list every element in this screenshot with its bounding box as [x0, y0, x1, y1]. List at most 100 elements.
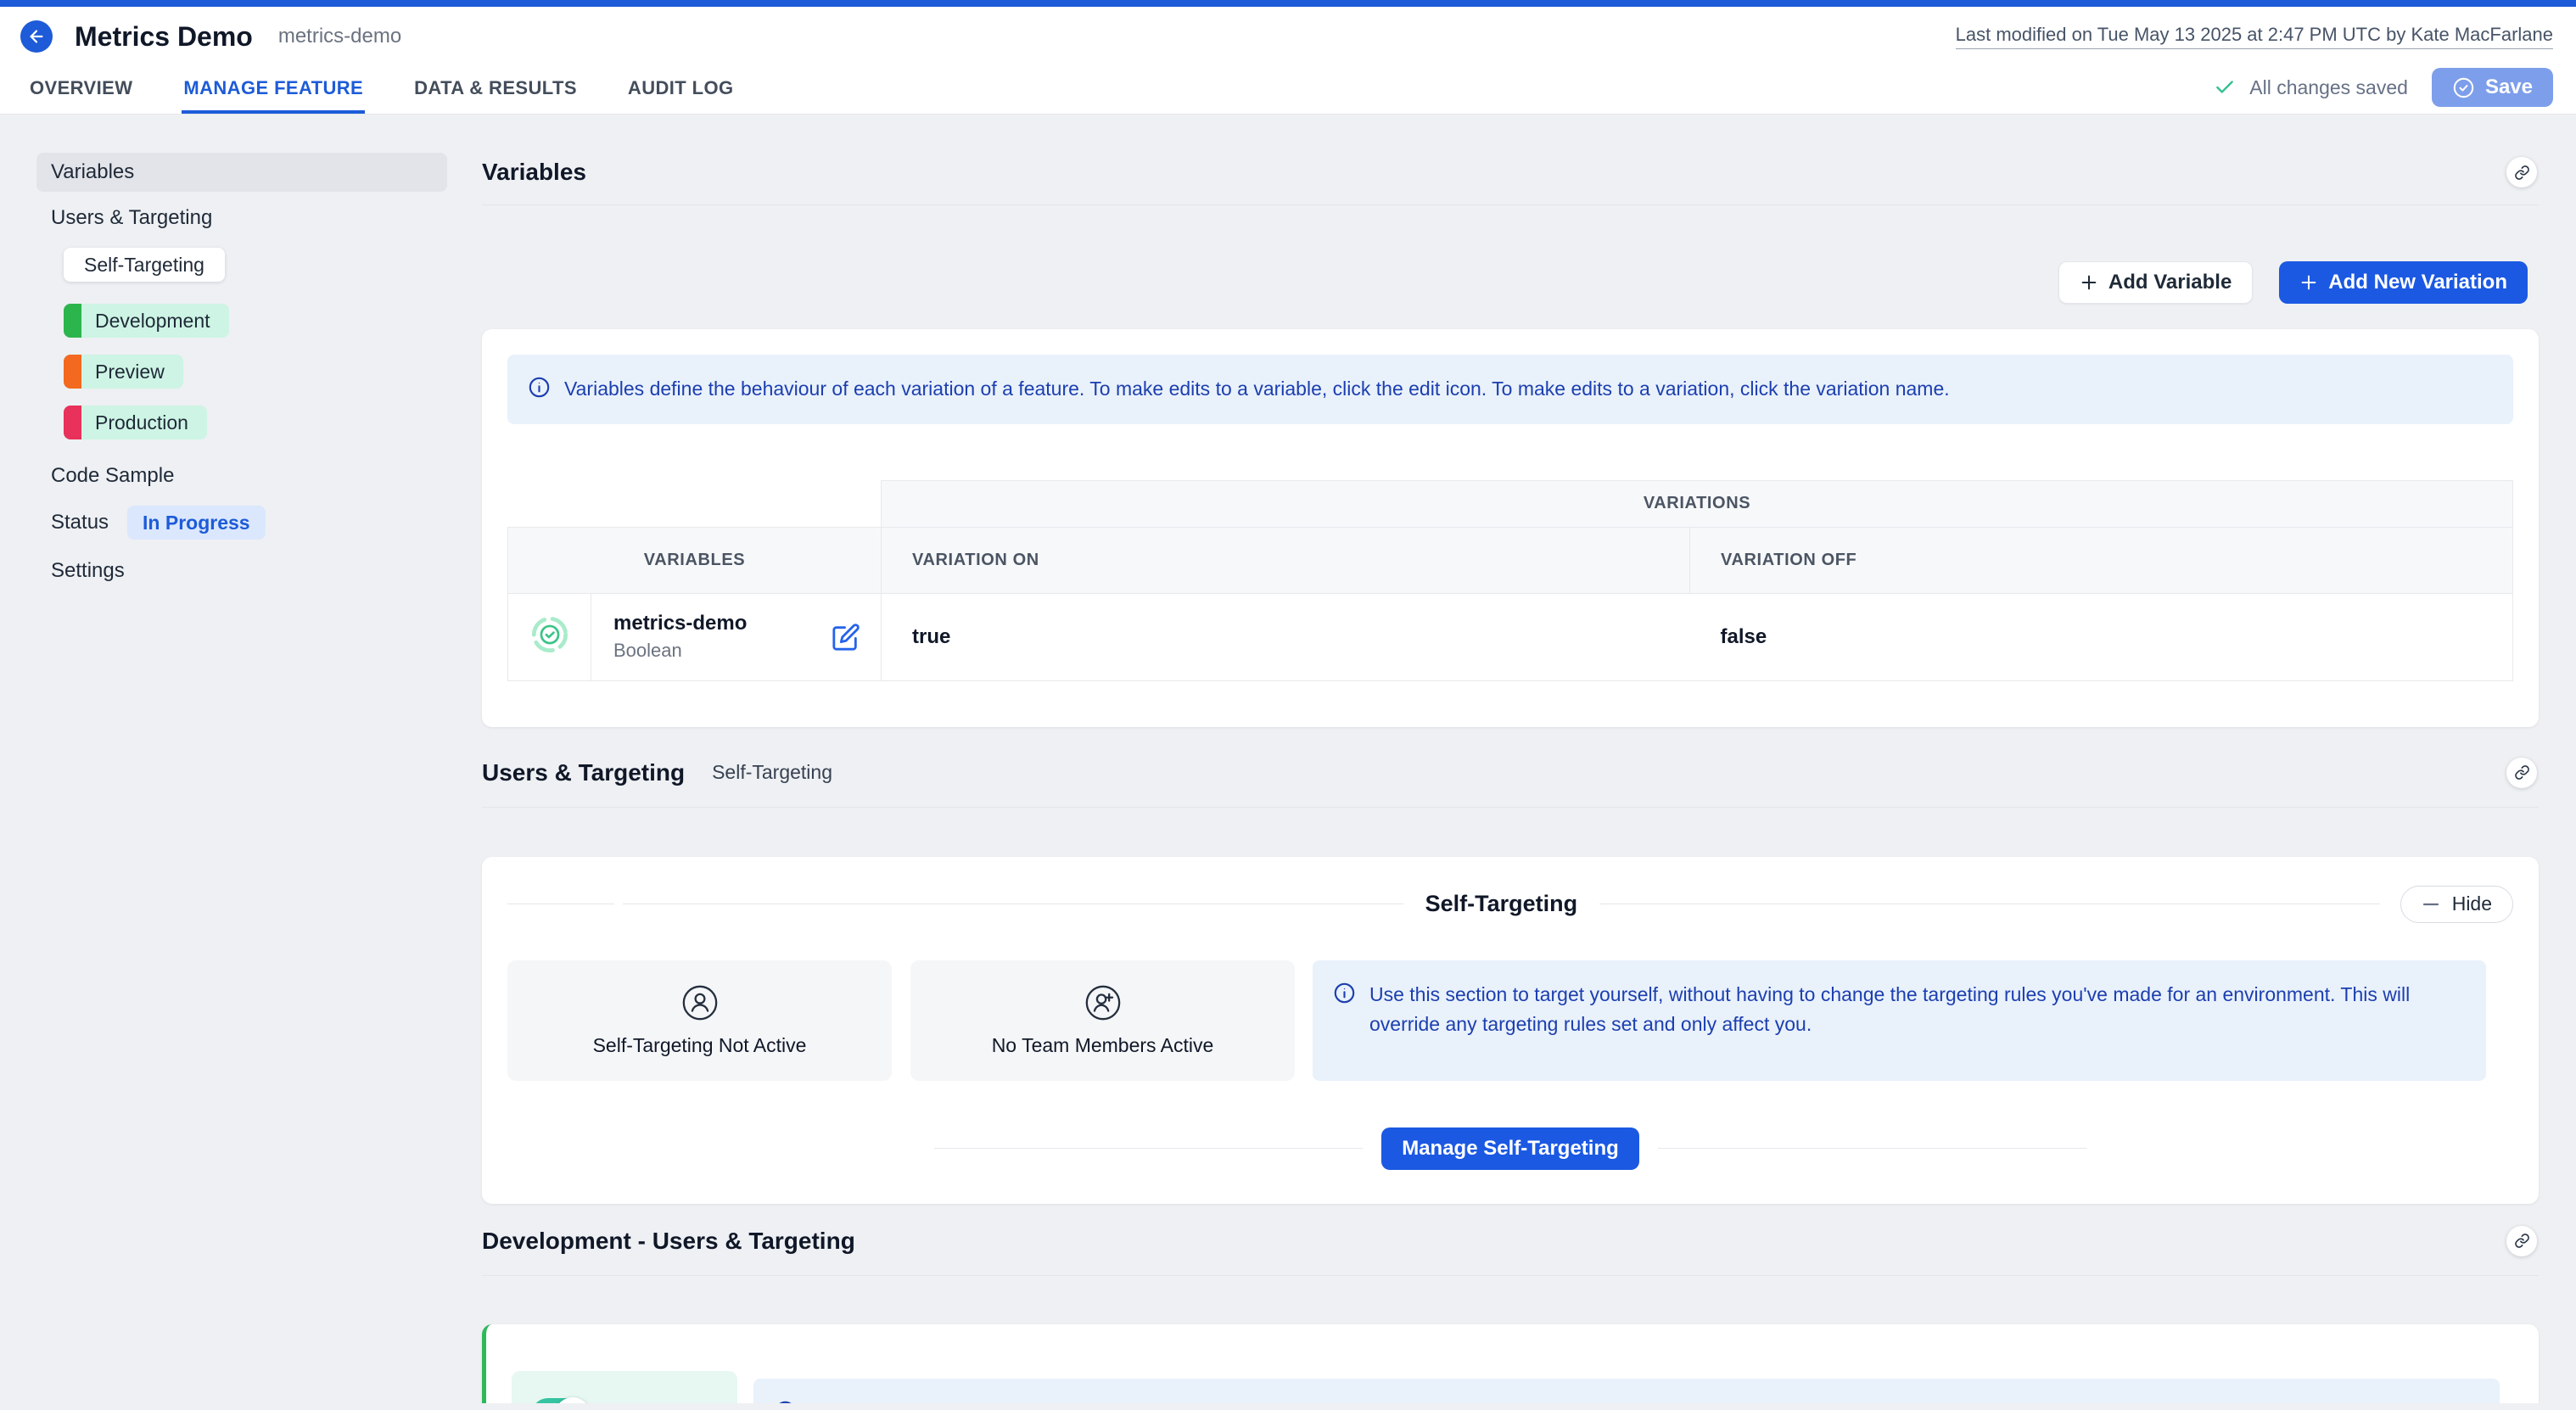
environment-label: Development — [81, 310, 229, 333]
variables-actions: Add Variable Add New Variation — [482, 261, 2539, 304]
variables-card: Variables define the behaviour of each v… — [482, 329, 2539, 727]
link-icon — [2514, 764, 2530, 781]
environment-color-swatch — [64, 304, 81, 338]
targeting-toggle[interactable] — [531, 1398, 587, 1403]
table-spacer-cell — [508, 480, 882, 527]
saved-status-text: All changes saved — [2249, 76, 2408, 99]
column-header-variation-off: VARIATION OFF — [1690, 527, 2513, 593]
link-icon — [2514, 1233, 2530, 1249]
variables-info-text: Variables define the behaviour of each v… — [564, 374, 1950, 405]
tab-bar: OVERVIEW MANAGE FEATURE DATA & RESULTS A… — [28, 61, 783, 114]
hide-button-label: Hide — [2452, 892, 2492, 915]
last-modified-text[interactable]: Last modified on Tue May 13 2025 at 2:47… — [1956, 24, 2553, 49]
add-new-variation-button[interactable]: Add New Variation — [2279, 261, 2528, 304]
users-targeting-title: Users & Targeting — [482, 758, 685, 788]
column-header-variation-on: VARIATION ON — [882, 527, 1690, 593]
header-title-row: Metrics Demo metrics-demo Last modified … — [0, 7, 2576, 61]
column-header-variables: VARIABLES — [508, 527, 882, 593]
add-variable-label: Add Variable — [2108, 271, 2232, 294]
info-icon — [528, 376, 551, 399]
self-targeting-status-row: Self-Targeting Not Active No Team Member… — [507, 960, 2513, 1081]
variable-icon-cell — [508, 593, 591, 680]
content: Variables Users & Targeting Self-Targeti… — [0, 115, 2576, 1403]
hide-button[interactable]: Hide — [2400, 886, 2513, 923]
variation-off-value[interactable]: false — [1690, 593, 2513, 680]
variables-info-banner: Variables define the behaviour of each v… — [507, 355, 2513, 424]
environment-label: Production — [81, 411, 207, 434]
self-targeting-card: Self-Targeting Hide Self-Target — [482, 857, 2539, 1204]
save-area: All changes saved Save — [2214, 61, 2553, 114]
self-targeting-status-tile: Self-Targeting Not Active — [507, 960, 892, 1081]
development-section-title: Development - Users & Targeting — [482, 1226, 855, 1256]
manage-self-targeting-button[interactable]: Manage Self-Targeting — [1381, 1127, 1639, 1170]
development-section-header: Development - Users & Targeting — [482, 1204, 2539, 1276]
status-label[interactable]: Status — [51, 511, 109, 534]
sidebar-item-environment-development[interactable]: Development — [64, 304, 229, 338]
environment-color-swatch — [64, 406, 81, 439]
variables-section-header: Variables — [482, 115, 2539, 205]
main-panel: Variables Add Variable — [475, 115, 2576, 1403]
environment-color-swatch — [64, 355, 81, 389]
manage-self-targeting-row: Manage Self-Targeting — [507, 1127, 2513, 1170]
targeting-toggle-tile: Targeting ON — [512, 1371, 737, 1403]
info-icon — [774, 1400, 797, 1403]
status-badge: In Progress — [127, 506, 266, 540]
sidebar-item-code-sample[interactable]: Code Sample — [51, 465, 475, 487]
feature-key: metrics-demo — [278, 25, 401, 48]
minus-icon — [2422, 895, 2440, 914]
development-info-text: Use targeting rules to configure who wil… — [810, 1398, 1524, 1403]
back-button[interactable] — [20, 20, 53, 53]
info-icon — [1333, 982, 1356, 1004]
development-targeting-card: Targeting ON Use targeting rules to conf… — [482, 1324, 2539, 1403]
sidebar-item-environment-preview[interactable]: Preview — [64, 355, 183, 389]
plus-icon — [2299, 273, 2318, 292]
self-targeting-card-title: Self-Targeting — [1403, 891, 1600, 917]
tab-overview[interactable]: OVERVIEW — [28, 61, 134, 114]
tab-manage-feature[interactable]: MANAGE FEATURE — [182, 61, 365, 114]
edit-variable-button[interactable] — [828, 619, 864, 655]
self-targeting-title-row: Self-Targeting Hide — [507, 886, 2513, 923]
variables-section-link-button[interactable] — [2506, 157, 2537, 187]
team-members-status-tile: No Team Members Active — [910, 960, 1295, 1081]
variable-type: Boolean — [613, 640, 747, 662]
development-section-link-button[interactable] — [2506, 1226, 2537, 1256]
check-icon — [2214, 76, 2236, 98]
sidebar-item-environment-production[interactable]: Production — [64, 406, 207, 439]
divider-line — [1658, 1148, 2086, 1149]
save-button[interactable]: Save — [2432, 68, 2553, 107]
tab-audit-log[interactable]: AUDIT LOG — [626, 61, 736, 114]
sidebar-item-settings[interactable]: Settings — [51, 560, 475, 582]
sidebar-item-self-targeting[interactable]: Self-Targeting — [64, 248, 225, 282]
header: Metrics Demo metrics-demo Last modified … — [0, 7, 2576, 115]
sidebar: Variables Users & Targeting Self-Targeti… — [0, 115, 475, 1403]
sidebar-item-users-targeting[interactable]: Users & Targeting — [51, 207, 475, 229]
header-tabs-row: OVERVIEW MANAGE FEATURE DATA & RESULTS A… — [0, 61, 2576, 114]
team-members-status-label: No Team Members Active — [992, 1034, 1214, 1057]
app-window: Metrics Demo metrics-demo Last modified … — [0, 0, 2576, 1410]
user-icon — [680, 983, 720, 1022]
user-plus-icon — [1084, 983, 1123, 1022]
self-targeting-info-text: Use this section to target yourself, wit… — [1369, 980, 2466, 1040]
divider-line — [934, 1148, 1363, 1149]
add-variable-button[interactable]: Add Variable — [2058, 261, 2253, 304]
sidebar-item-variables[interactable]: Variables — [36, 153, 447, 192]
top-accent-bar — [0, 0, 2576, 7]
edit-icon — [832, 623, 860, 652]
tab-data-results[interactable]: DATA & RESULTS — [412, 61, 579, 114]
variation-on-value[interactable]: true — [882, 593, 1690, 680]
users-targeting-context: Self-Targeting — [712, 761, 832, 784]
save-button-label: Save — [2485, 76, 2533, 99]
link-icon — [2514, 165, 2530, 181]
variations-group-header: VARIATIONS — [882, 480, 2513, 527]
sidebar-item-status: Status In Progress — [51, 506, 475, 540]
manage-self-targeting-label: Manage Self-Targeting — [1402, 1137, 1619, 1161]
variable-status-icon — [530, 615, 569, 654]
toggle-knob — [555, 1397, 591, 1403]
users-targeting-link-button[interactable] — [2506, 758, 2537, 788]
table-row: metrics-demo Boolean true — [508, 593, 2513, 680]
environment-label: Preview — [81, 361, 183, 383]
variables-table: VARIATIONS VARIABLES VARIATION ON VARIAT… — [507, 480, 2513, 681]
page-title: Metrics Demo — [75, 21, 253, 53]
add-new-variation-label: Add New Variation — [2328, 271, 2507, 294]
arrow-left-icon — [27, 27, 46, 46]
